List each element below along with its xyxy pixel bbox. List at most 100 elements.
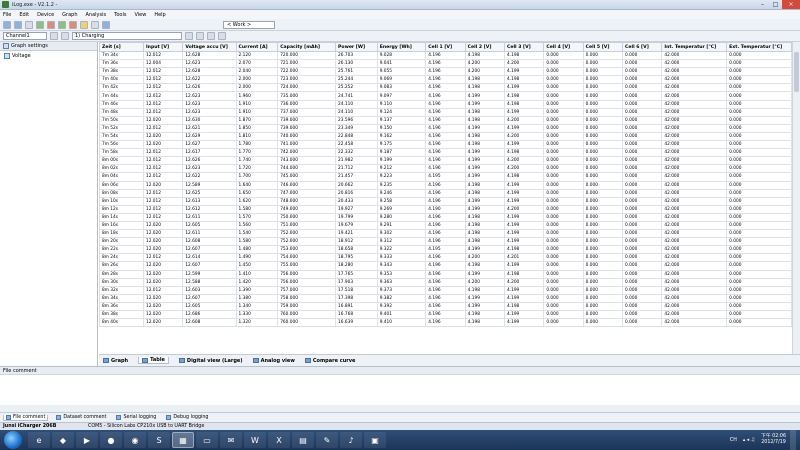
table-row[interactable]: 7m 52s 12.012 12.621 1.850 739.000 23.349 9.15… — [99, 123, 792, 133]
table-row[interactable]: 8m 14s 12.012 12.611 1.570 750.000 19.799 9.28… — [99, 212, 792, 222]
table-row[interactable]: 8m 22s 12.020 12.607 1.480 753.000 18.658 9.32… — [99, 245, 792, 255]
tab-serial-logging[interactable]: Serial logging — [114, 415, 158, 420]
scroll-thumb[interactable] — [794, 52, 799, 92]
tab-dataset-comment[interactable]: Dataset comment — [54, 415, 108, 420]
column-header[interactable]: Cell 6 [V] — [622, 42, 663, 52]
table-row[interactable]: 8m 00s 12.012 12.626 1.740 743.000 21.982 9.19… — [99, 156, 792, 166]
clock[interactable]: 下午 02:06 2012/7/19 — [761, 434, 786, 446]
table-row[interactable]: 8m 30s 12.020 12.588 1.420 756.000 17.903 9.36… — [99, 277, 792, 287]
menu-edit[interactable]: Edit — [19, 12, 29, 18]
taskbar-media-icon[interactable]: ▶ — [76, 432, 98, 448]
back-icon[interactable] — [196, 32, 204, 40]
prev-icon[interactable] — [50, 32, 58, 40]
column-header[interactable]: Cell 5 [V] — [582, 42, 624, 52]
column-header[interactable]: Zeit [s] — [99, 42, 144, 52]
taskbar-paint-icon[interactable]: ✎ — [316, 432, 338, 448]
tab-debug-logging[interactable]: Debug logging — [164, 415, 210, 420]
table-row[interactable]: 8m 18s 12.020 12.611 1.540 752.000 19.421 9.30… — [99, 229, 792, 239]
menu-device[interactable]: Device — [37, 12, 54, 18]
table-row[interactable]: 7m 56s 12.020 12.627 1.780 741.000 22.458 9.17… — [99, 140, 792, 150]
table-row[interactable]: 8m 08s 12.012 12.625 1.650 747.000 20.816 9.24… — [99, 188, 792, 198]
table-row[interactable]: 8m 38s 12.020 12.686 1.330 760.000 16.768 9.40… — [99, 309, 792, 320]
table-row[interactable]: 7m 40s 12.012 12.622 2.000 723.000 25.244 9.06… — [99, 75, 792, 85]
taskbar-firefox-icon[interactable]: ● — [100, 432, 122, 448]
taskbar-excel-icon[interactable]: X — [268, 432, 290, 448]
tab-digital-view-large[interactable]: Digital view (Large) — [178, 358, 243, 364]
menu-graph[interactable]: Graph — [62, 12, 77, 18]
table-row[interactable]: 8m 32s 12.012 12.603 1.390 757.000 17.518 9.37… — [99, 285, 792, 295]
start-icon[interactable] — [58, 20, 66, 29]
column-header[interactable]: Voltage accu [V] — [182, 42, 237, 52]
table-row[interactable]: 7m 58s 12.012 12.617 1.770 742.000 22.332 9.18… — [99, 148, 792, 158]
tab-compare-curve[interactable]: Compare curve — [304, 358, 355, 364]
print-icon[interactable] — [25, 20, 33, 29]
table-row[interactable]: 8m 12s 12.012 12.612 1.580 749.000 19.927 9.26… — [99, 204, 792, 214]
column-header[interactable]: Int. Temperatur [°C] — [661, 42, 728, 52]
tab-graph[interactable]: Graph — [103, 358, 128, 364]
menu-tools[interactable]: Tools — [114, 12, 126, 18]
taskbar-calc-icon[interactable]: ▤ — [292, 432, 314, 448]
channel-dropdown[interactable]: Channel1 — [3, 32, 47, 40]
disconnect-icon[interactable] — [47, 20, 55, 29]
table-row[interactable]: 7m 54s 12.020 12.629 1.810 740.000 22.848 9.16… — [99, 131, 792, 142]
column-header[interactable]: Ext. Temperatur [°C] — [726, 42, 792, 52]
last-icon[interactable] — [218, 32, 226, 40]
table-row[interactable]: 8m 24s 12.012 12.614 1.490 754.000 18.795 9.33… — [99, 253, 792, 263]
column-header[interactable]: Capacity [mAh] — [277, 42, 337, 52]
table-row[interactable]: 8m 02s 12.012 12.623 1.720 744.000 21.712 9.21… — [99, 164, 792, 174]
column-header[interactable]: Energy [Wh] — [376, 42, 427, 52]
start-button[interactable] — [4, 431, 22, 449]
table-row[interactable]: 7m 42s 12.012 12.626 2.000 724.000 25.252 9.08… — [99, 83, 792, 93]
table-row[interactable]: 8m 40s 12.020 12.608 1.320 760.000 16.639 9.41… — [99, 318, 792, 328]
show-desktop-button[interactable] — [790, 430, 796, 450]
menu-file[interactable]: File — [3, 12, 11, 18]
menu-analysis[interactable]: Analysis — [86, 12, 107, 18]
taskbar-ilog-icon[interactable]: ▦ — [172, 432, 194, 448]
table-row[interactable]: 7m 50s 12.020 12.630 1.870 739.000 23.596 9.13… — [99, 115, 792, 125]
table-row[interactable]: 8m 06s 12.020 12.589 1.640 746.000 20.662 9.23… — [99, 180, 792, 190]
taskbar-ie-icon[interactable]: e — [28, 432, 50, 448]
column-header[interactable]: Current [A] — [235, 42, 279, 52]
tray-icons[interactable]: ▴ ◂ ♫ — [743, 438, 755, 443]
taskbar-app-icon[interactable]: ◆ — [52, 432, 74, 448]
table-row[interactable]: 7m 36s 12.004 12.623 2.070 721.000 26.130 9.04… — [99, 59, 792, 69]
maximize-button[interactable]: □ — [769, 0, 782, 9]
menu-view[interactable]: View — [134, 12, 146, 18]
taskbar-word-icon[interactable]: W — [244, 432, 266, 448]
column-header[interactable]: Cell 2 [V] — [464, 42, 505, 52]
save-icon[interactable] — [14, 20, 22, 29]
table-row[interactable]: 8m 28s 12.020 12.599 1.410 756.000 17.765 9.35… — [99, 269, 792, 279]
table-row[interactable]: 7m 34s 12.012 12.628 2.120 720.000 26.703 9.02… — [99, 50, 792, 61]
taskbar-folder-icon[interactable]: ▭ — [196, 432, 218, 448]
column-header[interactable]: Cell 4 [V] — [543, 42, 584, 52]
first-icon[interactable] — [185, 32, 193, 40]
table-row[interactable]: 8m 20s 12.020 12.608 1.580 752.000 18.912 9.31… — [99, 237, 792, 247]
table-row[interactable]: 8m 36s 12.020 12.605 1.340 759.000 16.891 9.39… — [99, 301, 792, 312]
column-header[interactable]: Input [V] — [142, 42, 184, 52]
taskbar-player-icon[interactable]: ♪ — [340, 432, 362, 448]
minimize-button[interactable]: – — [756, 0, 769, 9]
zoom-icon[interactable] — [91, 20, 99, 29]
tab-table[interactable]: Table — [138, 357, 169, 364]
profile-dropdown[interactable]: < Work > — [223, 20, 275, 29]
tab-analog-view[interactable]: Analog view — [252, 358, 295, 364]
table-row[interactable]: 8m 10s 12.012 12.613 1.620 748.000 20.433 9.25… — [99, 196, 792, 206]
table-row[interactable]: 8m 16s 12.020 12.605 1.560 751.000 19.679 9.29… — [99, 220, 792, 231]
tab-file-comment[interactable]: File comment — [3, 414, 49, 421]
menu-help[interactable]: Help — [154, 12, 165, 18]
forward-icon[interactable] — [207, 32, 215, 40]
mode-dropdown[interactable]: 1) Charging — [72, 32, 182, 40]
column-header[interactable]: Cell 3 [V] — [503, 42, 545, 52]
table-row[interactable]: 8m 34s 12.020 12.607 1.380 758.000 17.398 9.38… — [99, 293, 792, 303]
taskbar-skype-icon[interactable]: S — [148, 432, 170, 448]
table-row[interactable]: 8m 26s 12.020 12.607 1.450 755.000 18.280 9.34… — [99, 261, 792, 271]
taskbar-chrome-icon[interactable]: ◉ — [124, 432, 146, 448]
table-row[interactable]: 7m 44s 12.012 12.623 1.960 735.000 24.741 9.09… — [99, 91, 792, 101]
horizontal-scrollbar[interactable] — [0, 405, 800, 412]
table-row[interactable]: 8m 04s 12.012 12.622 1.700 745.000 21.457 9.22… — [99, 172, 792, 182]
table-row[interactable]: 7m 38s 12.012 12.628 2.040 722.000 25.761 9.05… — [99, 67, 792, 77]
open-file-icon[interactable] — [3, 20, 11, 29]
stop-icon[interactable] — [69, 20, 77, 29]
close-button[interactable]: × — [782, 0, 800, 9]
table-row[interactable]: 7m 48s 12.012 12.623 1.910 737.000 24.110 9.12… — [99, 107, 792, 117]
